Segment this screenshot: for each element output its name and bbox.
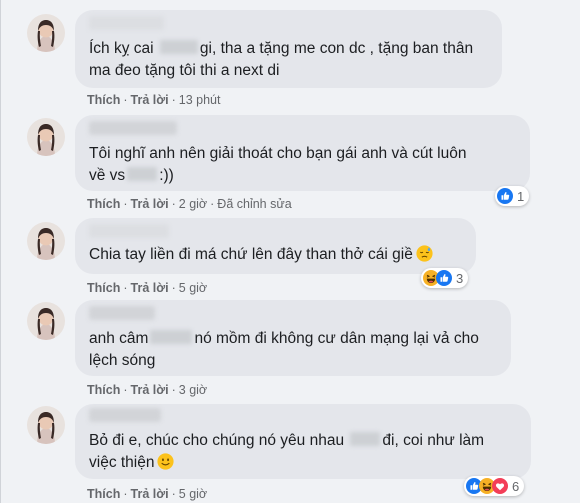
comment-bubble: Tôi nghĩ anh nên giải thoát cho bạn gái …: [75, 115, 530, 191]
like-link[interactable]: Thích: [87, 93, 120, 107]
comment-actions: Thích · Trả lời · 5 giờ: [87, 487, 208, 501]
avatar[interactable]: [27, 118, 65, 156]
avatar[interactable]: [27, 222, 65, 260]
timestamp[interactable]: 5 giờ: [179, 281, 207, 295]
reaction-summary[interactable]: 3: [421, 268, 469, 288]
comment-actions: Thích · Trả lời · 3 giờ: [87, 383, 208, 397]
avatar[interactable]: [27, 406, 65, 444]
comment-actions: Thích · Trả lời · 13 phút: [87, 93, 221, 107]
comment-actions: Thích · Trả lời · 2 giờ · Đã chỉnh sửa: [87, 197, 292, 211]
reply-link[interactable]: Trả lời: [131, 93, 169, 107]
comment-text: anh câm nó mồm đi không cư dân mạng lại v…: [89, 330, 479, 369]
love-icon: [492, 478, 508, 494]
commenter-name-blurred[interactable]: [89, 306, 155, 320]
like-link[interactable]: Thích: [87, 281, 120, 295]
reaction-count: 6: [512, 478, 520, 494]
avatar[interactable]: [27, 14, 65, 52]
comment-text: Chia tay liền đi má chứ lên đây than thở…: [89, 244, 466, 266]
comment-text: Bỏ đi e, chúc cho chúng nó yêu nhau đi, …: [89, 432, 485, 471]
edited-label[interactable]: Đã chỉnh sửa: [217, 197, 291, 211]
reaction-summary[interactable]: 6: [464, 476, 525, 496]
reply-link[interactable]: Trả lời: [131, 281, 169, 295]
avatar[interactable]: [27, 302, 65, 340]
reply-link[interactable]: Trả lời: [131, 197, 169, 211]
smile-emoji: [157, 453, 174, 470]
timestamp[interactable]: 3 giờ: [179, 383, 207, 397]
like-icon: [436, 270, 452, 286]
like-link[interactable]: Thích: [87, 383, 120, 397]
comment-text: Tôi nghĩ anh nên giải thoát cho bạn gái …: [89, 145, 467, 184]
comment-bubble: Bỏ đi e, chúc cho chúng nó yêu nhau đi, …: [75, 404, 531, 479]
comment-text: Ích kỵ cai gi, tha a tặng me con dc , tặ…: [89, 40, 474, 79]
censored-word: [127, 167, 158, 181]
timestamp[interactable]: 2 giờ: [179, 197, 207, 211]
reply-link[interactable]: Trả lời: [131, 487, 169, 501]
like-link[interactable]: Thích: [87, 487, 120, 501]
censored-word: [150, 330, 193, 344]
commenter-name-blurred[interactable]: [89, 16, 164, 30]
comment-actions: Thích · Trả lời · 5 giờ: [87, 281, 208, 295]
reaction-count: 3: [456, 270, 464, 286]
timestamp[interactable]: 5 giờ: [179, 487, 207, 501]
timestamp[interactable]: 13 phút: [179, 93, 221, 107]
comment-bubble: anh câm nó mồm đi không cư dân mạng lại v…: [75, 300, 511, 376]
commenter-name-blurred[interactable]: [89, 224, 169, 238]
censored-word: [350, 432, 381, 446]
comment-bubble: Chia tay liền đi má chứ lên đây than thở…: [75, 218, 476, 274]
like-link[interactable]: Thích: [87, 197, 120, 211]
censored-word: [159, 40, 198, 54]
commenter-name-blurred[interactable]: [89, 121, 177, 135]
reaction-summary[interactable]: 1: [495, 186, 530, 206]
commenter-name-blurred[interactable]: [89, 408, 161, 422]
like-icon: [497, 188, 513, 204]
comment-bubble: Ích kỵ cai gi, tha a tặng me con dc , tặ…: [75, 10, 502, 88]
reply-link[interactable]: Trả lời: [131, 383, 169, 397]
reaction-count: 1: [517, 188, 525, 204]
downcast-sweat-emoji: [416, 245, 433, 262]
